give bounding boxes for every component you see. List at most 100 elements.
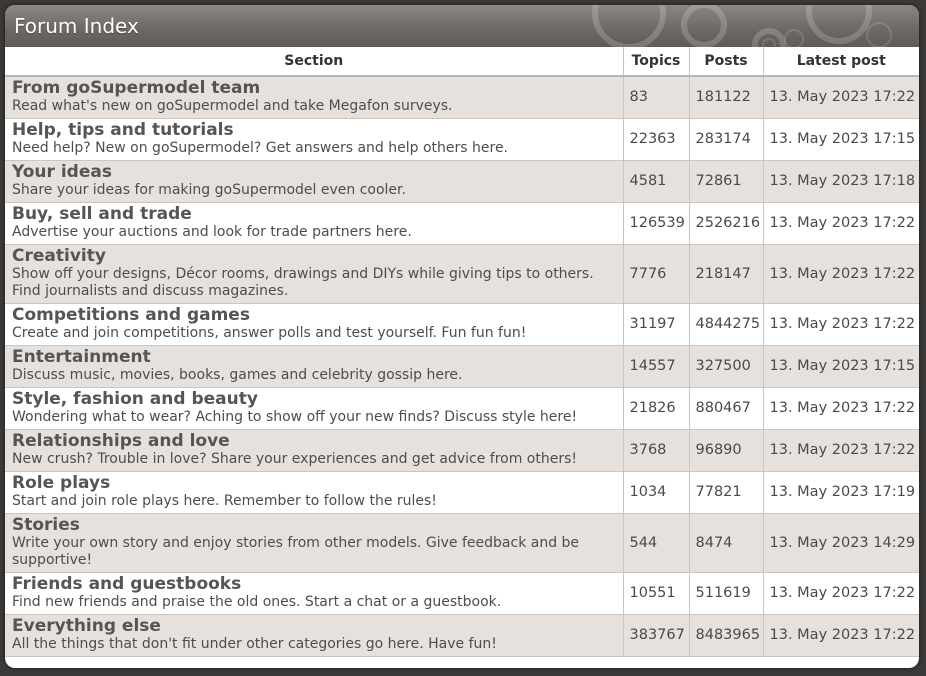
section-link[interactable]: Role plays <box>12 474 622 493</box>
section-cell: Role plays Start and join role plays here… <box>5 471 624 514</box>
topics-count: 22363 <box>623 118 690 161</box>
posts-count: 880467 <box>689 387 764 430</box>
section-description: Write your own story and enjoy stories f… <box>12 535 580 568</box>
section-link[interactable]: From goSupermodel team <box>12 79 622 98</box>
table-row[interactable]: Stories Write your own story and enjoy st… <box>5 513 919 573</box>
posts-count: 4844275 <box>689 303 764 346</box>
topics-count: 83 <box>623 76 690 119</box>
panel-header: Forum Index <box>5 5 919 47</box>
section-link[interactable]: Competitions and games <box>12 306 622 325</box>
section-link[interactable]: Stories <box>12 516 622 535</box>
topics-count: 3768 <box>623 429 690 472</box>
table-row[interactable]: Style, fashion and beauty Wondering what … <box>5 387 919 430</box>
section-cell: Your ideas Share your ideas for making go… <box>5 160 624 203</box>
section-description: Share your ideas for making goSupermodel… <box>12 182 406 198</box>
latest-post-link[interactable]: 13. May 2023 17:22 <box>763 614 919 657</box>
section-cell: Stories Write your own story and enjoy st… <box>5 513 624 573</box>
section-link[interactable]: Relationships and love <box>12 432 622 451</box>
column-header-posts: Posts <box>689 47 764 77</box>
topics-count: 126539 <box>623 202 690 245</box>
section-description: New crush? Trouble in love? Share your e… <box>12 451 578 467</box>
forum-index-panel: Forum Index Section Topics Posts Latest … <box>5 5 919 668</box>
table-row[interactable]: Everything else All the things that don't… <box>5 614 919 657</box>
section-description: Need help? New on goSupermodel? Get answ… <box>12 140 509 156</box>
topics-count: 21826 <box>623 387 690 430</box>
table-row[interactable]: Entertainment Discuss music, movies, book… <box>5 345 919 388</box>
latest-post-link[interactable]: 13. May 2023 17:18 <box>763 160 919 203</box>
section-cell: Entertainment Discuss music, movies, book… <box>5 345 624 388</box>
section-link[interactable]: Help, tips and tutorials <box>12 121 622 140</box>
section-link[interactable]: Creativity <box>12 247 622 266</box>
column-header-section: Section <box>5 47 624 77</box>
column-header-latest-post: Latest post <box>763 47 919 77</box>
posts-count: 327500 <box>689 345 764 388</box>
table-row[interactable]: From goSupermodel team Read what's new on… <box>5 76 919 119</box>
section-cell: Everything else All the things that don't… <box>5 614 624 657</box>
posts-count: 283174 <box>689 118 764 161</box>
latest-post-link[interactable]: 13. May 2023 17:22 <box>763 572 919 615</box>
page-title: Forum Index <box>14 14 139 38</box>
topics-count: 31197 <box>623 303 690 346</box>
topics-count: 544 <box>623 513 690 573</box>
topics-count: 7776 <box>623 244 690 304</box>
section-description: Start and join role plays here. Remember… <box>12 493 437 509</box>
latest-post-link[interactable]: 13. May 2023 17:22 <box>763 429 919 472</box>
topics-count: 14557 <box>623 345 690 388</box>
section-cell: Buy, sell and trade Advertise your auctio… <box>5 202 624 245</box>
section-description: Discuss music, movies, books, games and … <box>12 367 463 383</box>
table-row[interactable]: Friends and guestbooks Find new friends a… <box>5 572 919 615</box>
section-cell: Style, fashion and beauty Wondering what … <box>5 387 624 430</box>
table-row[interactable]: Help, tips and tutorials Need help? New o… <box>5 118 919 161</box>
posts-count: 8474 <box>689 513 764 573</box>
section-cell: From goSupermodel team Read what's new on… <box>5 76 624 119</box>
posts-count: 96890 <box>689 429 764 472</box>
forum-rows: From goSupermodel team Read what's new on… <box>5 76 919 657</box>
section-cell: Competitions and games Create and join co… <box>5 303 624 346</box>
topics-count: 4581 <box>623 160 690 203</box>
section-description: All the things that don't fit under othe… <box>12 636 497 652</box>
section-description: Show off your designs, Décor rooms, draw… <box>12 266 594 299</box>
posts-count: 72861 <box>689 160 764 203</box>
section-link[interactable]: Friends and guestbooks <box>12 575 622 594</box>
posts-count: 2526216 <box>689 202 764 245</box>
latest-post-link[interactable]: 13. May 2023 17:22 <box>763 387 919 430</box>
topics-count: 383767 <box>623 614 690 657</box>
table-header-row: Section Topics Posts Latest post <box>5 47 919 77</box>
section-cell: Friends and guestbooks Find new friends a… <box>5 572 624 615</box>
table-row[interactable]: Creativity Show off your designs, Décor r… <box>5 244 919 304</box>
section-cell: Relationships and love New crush? Trouble… <box>5 429 624 472</box>
latest-post-link[interactable]: 13. May 2023 17:19 <box>763 471 919 514</box>
table-row[interactable]: Relationships and love New crush? Trouble… <box>5 429 919 472</box>
section-link[interactable]: Entertainment <box>12 348 622 367</box>
section-link[interactable]: Everything else <box>12 617 622 636</box>
decorative-circles-icon <box>592 5 892 47</box>
section-description: Advertise your auctions and look for tra… <box>12 224 412 240</box>
table-row[interactable]: Your ideas Share your ideas for making go… <box>5 160 919 203</box>
section-description: Find new friends and praise the old ones… <box>12 594 502 610</box>
latest-post-link[interactable]: 13. May 2023 17:15 <box>763 118 919 161</box>
posts-count: 8483965 <box>689 614 764 657</box>
posts-count: 181122 <box>689 76 764 119</box>
column-header-topics: Topics <box>623 47 690 77</box>
section-description: Read what's new on goSupermodel and take… <box>12 98 453 115</box>
section-link[interactable]: Style, fashion and beauty <box>12 390 622 409</box>
latest-post-link[interactable]: 13. May 2023 14:29 <box>763 513 919 573</box>
forum-table: Section Topics Posts Latest post From go… <box>5 47 919 657</box>
latest-post-link[interactable]: 13. May 2023 17:22 <box>763 76 919 119</box>
posts-count: 77821 <box>689 471 764 514</box>
latest-post-link[interactable]: 13. May 2023 17:22 <box>763 244 919 304</box>
table-row[interactable]: Competitions and games Create and join co… <box>5 303 919 346</box>
latest-post-link[interactable]: 13. May 2023 17:22 <box>763 202 919 245</box>
latest-post-link[interactable]: 13. May 2023 17:15 <box>763 345 919 388</box>
section-description: Create and join competitions, answer pol… <box>12 325 527 341</box>
section-cell: Creativity Show off your designs, Décor r… <box>5 244 624 304</box>
section-link[interactable]: Buy, sell and trade <box>12 205 622 224</box>
section-link[interactable]: Your ideas <box>12 163 622 182</box>
posts-count: 511619 <box>689 572 764 615</box>
topics-count: 10551 <box>623 572 690 615</box>
topics-count: 1034 <box>623 471 690 514</box>
table-row[interactable]: Role plays Start and join role plays here… <box>5 471 919 514</box>
table-row[interactable]: Buy, sell and trade Advertise your auctio… <box>5 202 919 245</box>
section-cell: Help, tips and tutorials Need help? New o… <box>5 118 624 161</box>
latest-post-link[interactable]: 13. May 2023 17:22 <box>763 303 919 346</box>
